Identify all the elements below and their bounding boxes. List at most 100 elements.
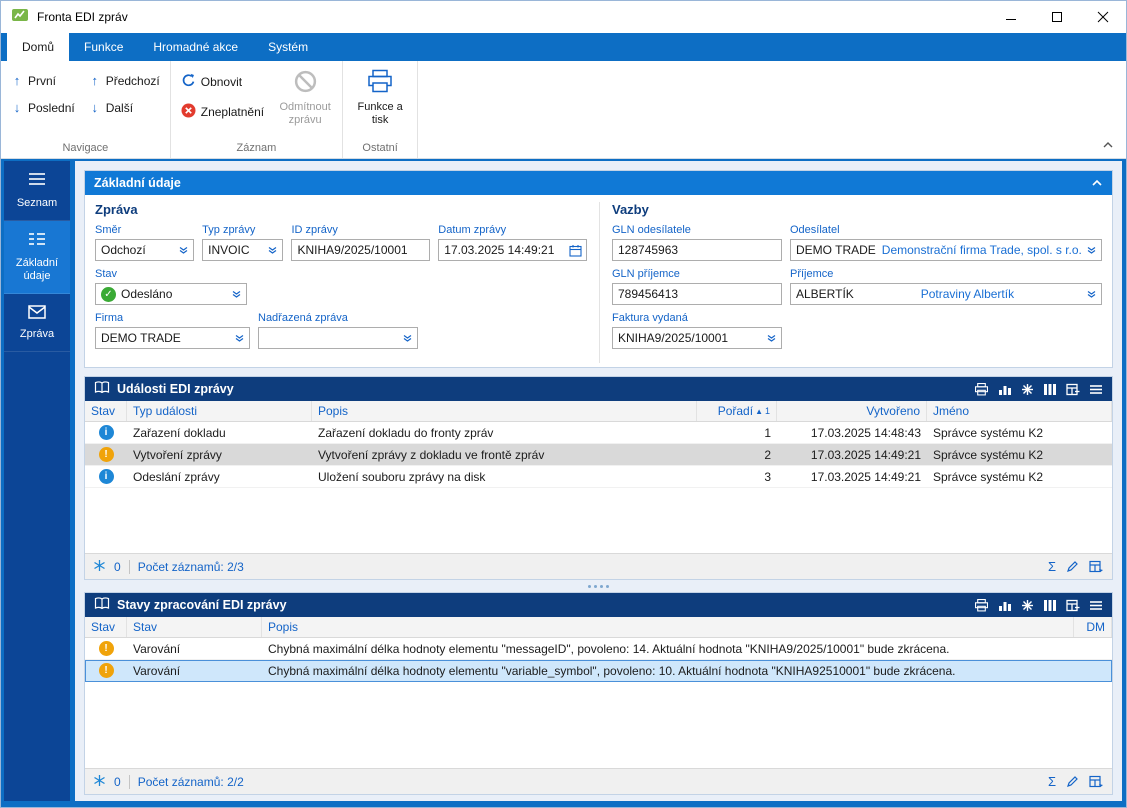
firma-combobox[interactable]: DEMO TRADE — [95, 327, 250, 349]
panel-zakladni-udaje: Základní údaje Zpráva Směr — [84, 170, 1113, 368]
sidebar-item-seznam[interactable]: Seznam — [4, 161, 70, 221]
odesilatel-link[interactable]: Demonstrační firma Trade, spol. s r.o. — [882, 243, 1082, 257]
panel-udalosti: Události EDI zprávy Stav Typ události Po… — [84, 376, 1113, 580]
column-header-dm[interactable]: DM — [1074, 617, 1112, 637]
data-export-icon[interactable] — [1066, 383, 1080, 396]
panel-splitter[interactable] — [84, 580, 1113, 592]
sum-icon[interactable]: Σ — [1048, 559, 1056, 574]
menu-icon[interactable] — [1089, 384, 1103, 395]
functions-print-button[interactable]: Funkce a tisk — [349, 65, 411, 131]
field-label: Směr — [95, 224, 194, 236]
column-header-stav-icon[interactable]: Stav — [85, 617, 127, 637]
states-table-body: ! Varování Chybná maximální délka hodnot… — [85, 638, 1112, 768]
section-zprava: Zpráva Směr Odchozí Typ zprávy — [95, 202, 600, 363]
column-header-stav[interactable]: Stav — [127, 617, 262, 637]
edit-icon[interactable] — [1066, 775, 1079, 788]
record-count: Počet záznamů: 2/3 — [138, 560, 244, 574]
column-header-stav[interactable]: Stav — [85, 401, 127, 421]
edit-icon[interactable] — [1066, 560, 1079, 573]
invalidate-button[interactable]: Zneplatnění — [177, 101, 268, 123]
column-header-popis[interactable]: Popis — [262, 617, 1074, 637]
pending-count: 0 — [114, 560, 121, 574]
columns-icon[interactable] — [1043, 383, 1057, 396]
dropdown-icon[interactable] — [175, 240, 191, 260]
table-row[interactable]: i Odeslání zprávy Uložení souboru zprávy… — [85, 466, 1112, 488]
filter-asterisk-icon[interactable] — [93, 774, 106, 790]
gln-odesilatele-value: 128745963 — [618, 243, 678, 257]
gln-odesilatele-field[interactable]: 128745963 — [612, 239, 782, 261]
field-label: GLN odesílatele — [612, 224, 782, 236]
related-records-icon[interactable] — [1021, 599, 1034, 612]
print-icon[interactable] — [974, 599, 989, 612]
datum-zpravy-field[interactable]: 17.03.2025 14:49:21 — [438, 239, 587, 261]
events-table-footer: 0 Počet záznamů: 2/3 Σ — [85, 553, 1112, 579]
refresh-button[interactable]: Obnovit — [177, 71, 268, 93]
first-record-button[interactable]: ↑ První — [7, 71, 79, 90]
tab-system[interactable]: Systém — [253, 33, 323, 61]
id-zpravy-field[interactable]: KNIHA9/2025/10001 — [291, 239, 430, 261]
columns-icon[interactable] — [1043, 599, 1057, 612]
related-records-icon[interactable] — [1021, 383, 1034, 396]
menu-icon[interactable] — [1089, 600, 1103, 611]
gln-prijemce-field[interactable]: 789456413 — [612, 283, 782, 305]
print-icon[interactable] — [974, 383, 989, 396]
column-header-jmeno[interactable]: Jméno — [927, 401, 1112, 421]
dropdown-icon[interactable] — [264, 240, 280, 260]
sum-icon[interactable]: Σ — [1048, 774, 1056, 789]
panel-title: Události EDI zprávy — [117, 382, 234, 396]
dropdown-icon[interactable] — [763, 328, 779, 348]
tab-hromadne-akce[interactable]: Hromadné akce — [138, 33, 253, 61]
tab-domu[interactable]: Domů — [7, 33, 69, 61]
dropdown-icon[interactable] — [231, 328, 247, 348]
dropdown-icon[interactable] — [228, 284, 244, 304]
sidebar-item-zprava[interactable]: Zpráva — [4, 294, 70, 352]
section-vazby: Vazby GLN odesílatele 128745963 Odesílat… — [600, 202, 1102, 363]
column-header-typ-udalosti[interactable]: Typ události — [127, 401, 312, 421]
faktura-vydana-combobox[interactable]: KNIHA9/2025/10001 — [612, 327, 782, 349]
minimize-button[interactable] — [988, 1, 1034, 33]
column-header-poradi[interactable]: Pořadí ▲ 1 — [697, 401, 777, 421]
typ-zpravy-combobox[interactable]: INVOIC — [202, 239, 283, 261]
filter-asterisk-icon[interactable] — [93, 559, 106, 575]
group-caption-navigace: Navigace — [7, 139, 164, 158]
maximize-button[interactable] — [1034, 1, 1080, 33]
states-table-header: Stav Stav Popis DM — [85, 617, 1112, 638]
collapse-panel-icon[interactable] — [1091, 179, 1103, 187]
sidebar: Seznam Základní údaje Zpráva — [4, 161, 70, 801]
data-export-icon[interactable] — [1066, 599, 1080, 612]
batch-edit-icon[interactable] — [1089, 775, 1104, 788]
tab-funkce[interactable]: Funkce — [69, 33, 138, 61]
faktura-vydana-value: KNIHA9/2025/10001 — [618, 331, 728, 345]
next-record-button[interactable]: ↓ Další — [85, 98, 164, 117]
functions-print-label: Funkce a tisk — [351, 101, 409, 127]
chart-icon[interactable] — [998, 383, 1012, 396]
dropdown-icon[interactable] — [1083, 284, 1099, 304]
table-row[interactable]: ! Varování Chybná maximální délka hodnot… — [85, 638, 1112, 660]
smer-value: Odchozí — [101, 243, 146, 257]
field-label: Příjemce — [790, 268, 1102, 280]
arrow-up-icon: ↑ — [89, 73, 101, 88]
field-label: Faktura vydaná — [612, 312, 782, 324]
reject-message-button[interactable]: Odmítnout zprávu — [274, 65, 336, 131]
close-button[interactable] — [1080, 1, 1126, 33]
nadrazena-zprava-combobox[interactable] — [258, 327, 418, 349]
column-header-vytvoreno[interactable]: Vytvořeno — [777, 401, 927, 421]
table-row-selected[interactable]: ! Vytvoření zprávy Vytvoření zprávy z do… — [85, 444, 1112, 466]
table-row[interactable]: i Zařazení dokladu Zařazení dokladu do f… — [85, 422, 1112, 444]
column-header-popis[interactable]: Popis — [312, 401, 697, 421]
calendar-icon[interactable] — [566, 240, 584, 260]
dropdown-icon[interactable] — [399, 328, 415, 348]
batch-edit-icon[interactable] — [1089, 560, 1104, 573]
table-row-selected[interactable]: ! Varování Chybná maximální délka hodnot… — [85, 660, 1112, 682]
chart-icon[interactable] — [998, 599, 1012, 612]
last-record-button[interactable]: ↓ Poslední — [7, 98, 79, 117]
stav-combobox[interactable]: ✓ Odesláno — [95, 283, 247, 305]
prijemce-link[interactable]: Potraviny Albertík — [921, 287, 1016, 301]
sidebar-item-zakladni-udaje[interactable]: Základní údaje — [4, 221, 70, 294]
previous-record-button[interactable]: ↑ Předchozí — [85, 71, 164, 90]
smer-combobox[interactable]: Odchozí — [95, 239, 194, 261]
odesilatel-combobox[interactable]: DEMO TRADE Demonstrační firma Trade, spo… — [790, 239, 1102, 261]
collapse-ribbon-icon[interactable] — [1102, 137, 1114, 152]
prijemce-combobox[interactable]: ALBERTÍK Potraviny Albertík — [790, 283, 1102, 305]
dropdown-icon[interactable] — [1083, 240, 1099, 260]
